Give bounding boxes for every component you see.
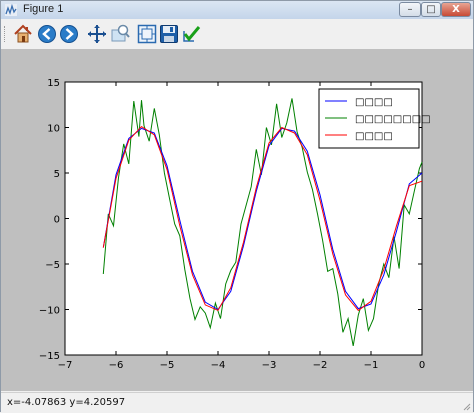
toolbar-grip[interactable] [4, 26, 8, 42]
x-tick-label: −3 [262, 360, 277, 371]
arrow-right-icon[interactable] [59, 24, 79, 44]
x-tick-label: −6 [109, 360, 124, 371]
resize-grip-icon[interactable] [461, 401, 471, 411]
zoom-rect-icon[interactable] [110, 24, 130, 44]
checkmark-icon[interactable] [181, 24, 201, 44]
move-icon[interactable] [87, 24, 107, 44]
legend: □□□□□□□□□□□□□□□□ [318, 88, 431, 149]
minimize-button[interactable]: – [399, 2, 421, 17]
close-button[interactable]: X [441, 2, 471, 17]
home-icon[interactable] [13, 24, 33, 44]
x-tick-label: 0 [419, 360, 425, 371]
y-tick-label: 0 [54, 215, 60, 226]
title-bar[interactable]: Figure 1 – □ X [1, 1, 473, 19]
y-tick-label: −15 [39, 351, 60, 362]
y-tick-label: 5 [54, 169, 60, 180]
cursor-coordinates: x=-4.07863 y=4.20597 [7, 397, 126, 408]
navigation-toolbar [1, 20, 473, 48]
y-tick-label: −10 [39, 306, 60, 317]
legend-label: □□□□□□□□ [355, 114, 431, 125]
y-tick-label: −5 [45, 260, 60, 271]
y-tick-label: 15 [47, 78, 60, 89]
x-tick-label: −5 [160, 360, 175, 371]
figure-window: Figure 1 – □ X −7 −6 −5 −4 −3 −2 −1 0 15… [0, 0, 474, 413]
x-tick-label: −1 [364, 360, 379, 371]
status-bar: x=-4.07863 y=4.20597 [1, 392, 473, 413]
floppy-icon[interactable] [159, 24, 179, 44]
x-tick-label: −4 [211, 360, 226, 371]
subplots-icon[interactable] [137, 24, 157, 44]
maximize-button[interactable]: □ [421, 2, 441, 17]
plot-canvas[interactable]: −7 −6 −5 −4 −3 −2 −1 0151050−5−10−15 □□□□□□□□□□… [1, 49, 473, 391]
window-title: Figure 1 [23, 3, 64, 15]
legend-label: □□□□ [355, 131, 393, 142]
legend-label: □□□□ [355, 97, 393, 108]
arrow-left-icon[interactable] [37, 24, 57, 44]
y-tick-label: 10 [47, 124, 60, 135]
x-tick-label: −2 [313, 360, 328, 371]
matplotlib-app-icon [5, 4, 17, 16]
